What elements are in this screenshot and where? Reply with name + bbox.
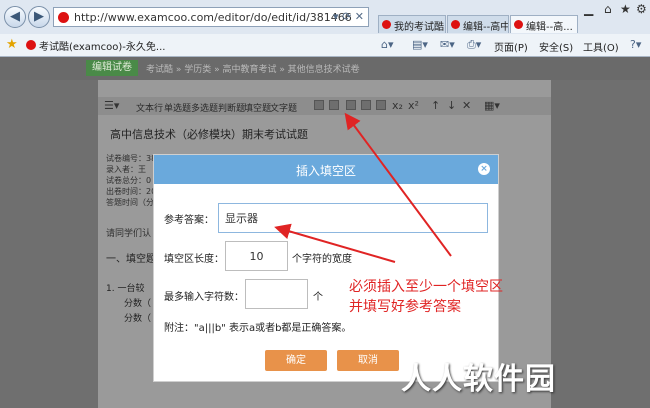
tab-my-examcoo[interactable]: 我的考试酷 [378, 15, 446, 33]
format-icon[interactable] [376, 100, 386, 110]
color-picker-icon[interactable]: ▦▾ [484, 99, 500, 112]
max-chars-unit: 个 [313, 292, 323, 303]
forward-button[interactable]: ▶ [28, 6, 50, 28]
answer-label: 参考答案： [164, 215, 214, 226]
mail-icon[interactable]: ✉▾ [440, 38, 455, 51]
home-page-icon[interactable]: ⌂▾ [381, 38, 394, 51]
length-input[interactable] [225, 241, 288, 271]
site-logo-icon [58, 12, 69, 23]
favorites-bar: ★ 考试酷(examcoo)-永久免... ⌂▾ ▤▾ ✉▾ ⎙▾ 页面(P) … [0, 34, 650, 56]
back-button[interactable]: ◀ [4, 6, 26, 28]
length-label: 填空区长度： [164, 254, 224, 265]
delete-icon[interactable]: ✕ [462, 99, 471, 112]
meta-total-score: 试卷总分：0 [106, 176, 152, 185]
move-down-icon[interactable]: ↓ [447, 99, 456, 112]
toolbar-text-line[interactable]: 文本行 [136, 101, 163, 114]
annotation-line-1: 必须插入至少一个填空区 [349, 279, 503, 295]
minimize-icon[interactable]: ▁ [584, 2, 593, 16]
table-icon[interactable] [361, 100, 371, 110]
toolbar-single-choice[interactable]: 单选题 [164, 101, 191, 114]
toolbar-fill-blank[interactable]: 填空题 [244, 101, 271, 114]
meta-author: 录入者：王 [106, 165, 146, 174]
toolbar-true-false[interactable]: 判断题 [218, 101, 245, 114]
menu-page[interactable]: 页面(P) [494, 39, 528, 54]
home-icon[interactable]: ⌂ [604, 2, 612, 16]
settings-icon[interactable]: ⚙ [636, 2, 647, 16]
refresh-icon[interactable]: ▾ ⟳ ✕ [333, 10, 364, 23]
menu-tools[interactable]: 工具(O) [583, 39, 619, 54]
favorite-link[interactable]: 考试酷(examcoo)-永久免... [39, 38, 165, 53]
toolbar-text-question[interactable]: 文字题 [270, 101, 297, 114]
browser-chrome: ◀ ▶ http://www.examcoo.com/editor/do/edi… [0, 0, 650, 57]
question-1[interactable]: 1. 一台较 [106, 281, 144, 294]
insert-row-icon[interactable] [314, 100, 324, 110]
exam-title: 高中信息技术（必修模块）期末考试试题 [110, 128, 308, 141]
tab-edit-1[interactable]: 编辑--高中... [447, 15, 509, 33]
annotation-line-2: 并填写好参考答案 [349, 299, 461, 315]
navigation-bar: ◀ ▶ http://www.examcoo.com/editor/do/edi… [0, 0, 650, 33]
watermark-logo: 人人软件园 [401, 362, 556, 397]
ok-button[interactable]: 确定 [265, 350, 327, 371]
tab-label: 我的考试酷 [394, 22, 444, 33]
meta-answer-time: 答题时间（分 [106, 198, 154, 207]
answer-input[interactable] [218, 203, 488, 233]
insert-blank-icon[interactable] [329, 100, 339, 110]
tab-logo-icon [451, 20, 460, 29]
help-icon[interactable]: ?▾ [630, 38, 641, 51]
meta-created-time: 出卷时间：20 [106, 187, 157, 196]
cancel-button[interactable]: 取消 [337, 350, 399, 371]
question-score: 分数（ [124, 314, 152, 324]
favorite-site-icon [26, 40, 36, 50]
feeds-icon[interactable]: ▤▾ [412, 38, 428, 51]
image-icon[interactable] [346, 100, 356, 110]
subscript-icon[interactable]: x₂ [392, 99, 403, 112]
toolbar-multi-choice[interactable]: 多选题 [191, 101, 218, 114]
meta-exam-id: 试卷编号：38 [106, 154, 157, 163]
menu-list-icon[interactable]: ☰▾ [104, 99, 119, 112]
length-unit: 个字符的宽度 [292, 254, 352, 265]
max-chars-label: 最多输入字符数： [164, 292, 244, 303]
page-header: 编辑试卷 考试酷 » 学历类 » 高中教育考试 » 其他信息技术试卷 [0, 57, 650, 80]
move-up-icon[interactable]: ↑ [431, 99, 440, 112]
section-fill-blank: 一、填空题 [106, 254, 156, 265]
menu-safety[interactable]: 安全(S) [539, 39, 573, 54]
edit-exam-badge: 编辑试卷 [86, 60, 138, 76]
address-text: http://www.examcoo.com/editor/do/edit/id… [74, 11, 352, 24]
dialog-header: 插入填空区 × [154, 155, 498, 184]
tab-label: 编辑--高中... [463, 22, 509, 33]
print-icon[interactable]: ⎙▾ [467, 38, 481, 52]
insert-blank-dialog: 插入填空区 × 参考答案： 填空区长度： 个字符的宽度 最多输入字符数： 个 附… [153, 154, 499, 382]
editor-toolbar: ☰▾ 文本行 单选题 多选题 判断题 填空题 文字题 x₂ x² ↑ ↓ ✕ ▦… [98, 97, 551, 115]
note-text: 附注："a|||b" 表示a或者b都是正确答案。 [164, 323, 352, 334]
question-score: 分数（ [124, 299, 152, 309]
breadcrumb[interactable]: 考试酷 » 学历类 » 高中教育考试 » 其他信息技术试卷 [146, 62, 360, 75]
address-bar[interactable]: http://www.examcoo.com/editor/do/edit/id… [53, 7, 369, 27]
favorites-star-icon[interactable]: ★ [6, 37, 18, 52]
tab-label: 编辑--高... [526, 22, 573, 33]
dialog-title: 插入填空区 [295, 164, 356, 178]
favorites-icon[interactable]: ★ [620, 2, 631, 16]
superscript-icon[interactable]: x² [408, 99, 419, 112]
tab-logo-icon [514, 20, 523, 29]
max-chars-input[interactable] [245, 279, 308, 309]
tab-edit-2[interactable]: 编辑--高... × [510, 15, 578, 33]
instruction-text: 请同学们认 [106, 229, 152, 239]
tab-logo-icon [382, 20, 391, 29]
close-icon[interactable]: × [478, 163, 490, 175]
